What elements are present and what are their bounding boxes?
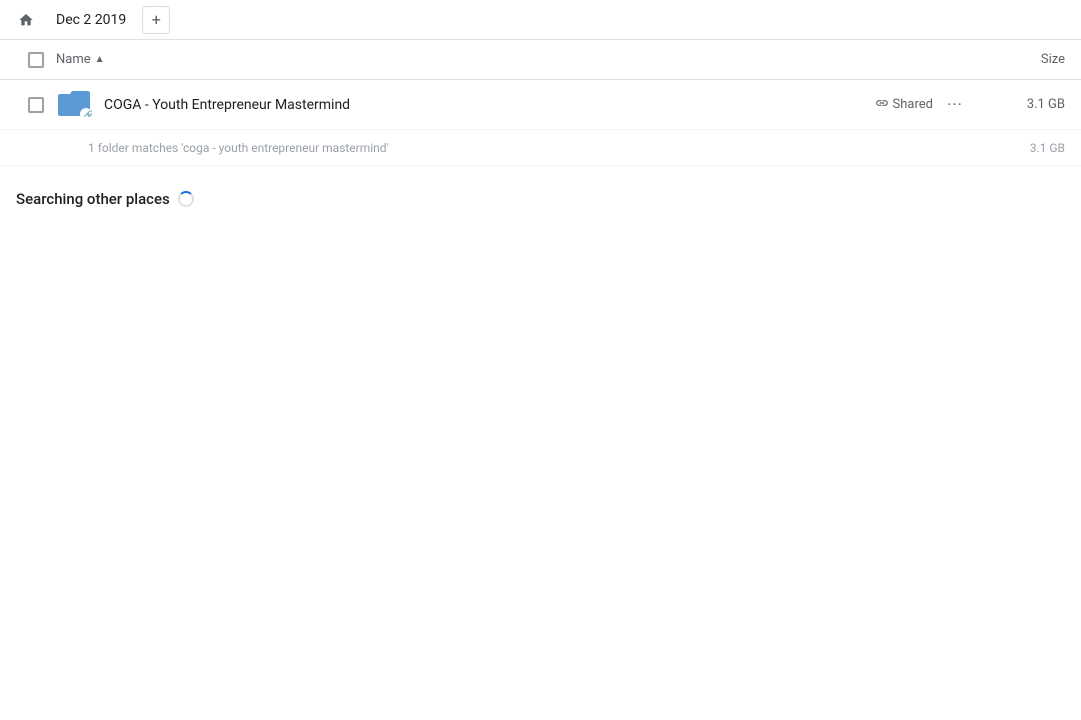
folder-shortcut-icon: 🔗 [56, 87, 92, 123]
file-meta: Shared ··· [875, 91, 969, 119]
size-column-header[interactable]: Size [985, 52, 1065, 67]
file-row[interactable]: 🔗 COGA - Youth Entrepreneur Mastermind S… [0, 80, 1081, 130]
row-checkbox-cell [16, 97, 56, 113]
home-button[interactable] [12, 6, 40, 34]
shared-label: Shared [893, 97, 933, 112]
add-button[interactable]: + [142, 6, 170, 34]
row-checkbox[interactable] [28, 97, 44, 113]
select-all-checkbox[interactable] [28, 52, 44, 68]
file-size: 3.1 GB [985, 97, 1065, 112]
svg-text:🔗: 🔗 [84, 109, 93, 117]
match-text: 1 folder matches 'coga - youth entrepren… [88, 141, 985, 155]
searching-other-places-text: Searching other places [16, 190, 170, 208]
file-name: COGA - Youth Entrepreneur Mastermind [104, 97, 875, 113]
searching-label: Searching other places [16, 190, 1065, 208]
name-column-header[interactable]: Name ▲ [56, 52, 985, 67]
breadcrumb-label: Dec 2 2019 [56, 12, 126, 28]
link-icon [875, 96, 889, 114]
breadcrumb-dec-2019[interactable]: Dec 2 2019 [48, 8, 134, 32]
top-bar: Dec 2 2019 + [0, 0, 1081, 40]
folder-svg: 🔗 [56, 87, 92, 117]
shared-badge: Shared [875, 96, 933, 114]
add-icon: + [152, 10, 161, 29]
name-label: Name [56, 52, 91, 67]
match-info-row: 1 folder matches 'coga - youth entrepren… [0, 130, 1081, 166]
header-checkbox-cell [16, 52, 56, 68]
searching-section: Searching other places [0, 166, 1081, 232]
match-size: 3.1 GB [985, 141, 1065, 155]
loading-spinner [178, 191, 194, 207]
size-label: Size [1041, 52, 1065, 67]
column-headers: Name ▲ Size [0, 40, 1081, 80]
file-icon-container: 🔗 [56, 87, 92, 123]
more-icon: ··· [947, 95, 963, 114]
more-options-button[interactable]: ··· [941, 91, 969, 119]
sort-arrow-icon: ▲ [95, 54, 105, 65]
